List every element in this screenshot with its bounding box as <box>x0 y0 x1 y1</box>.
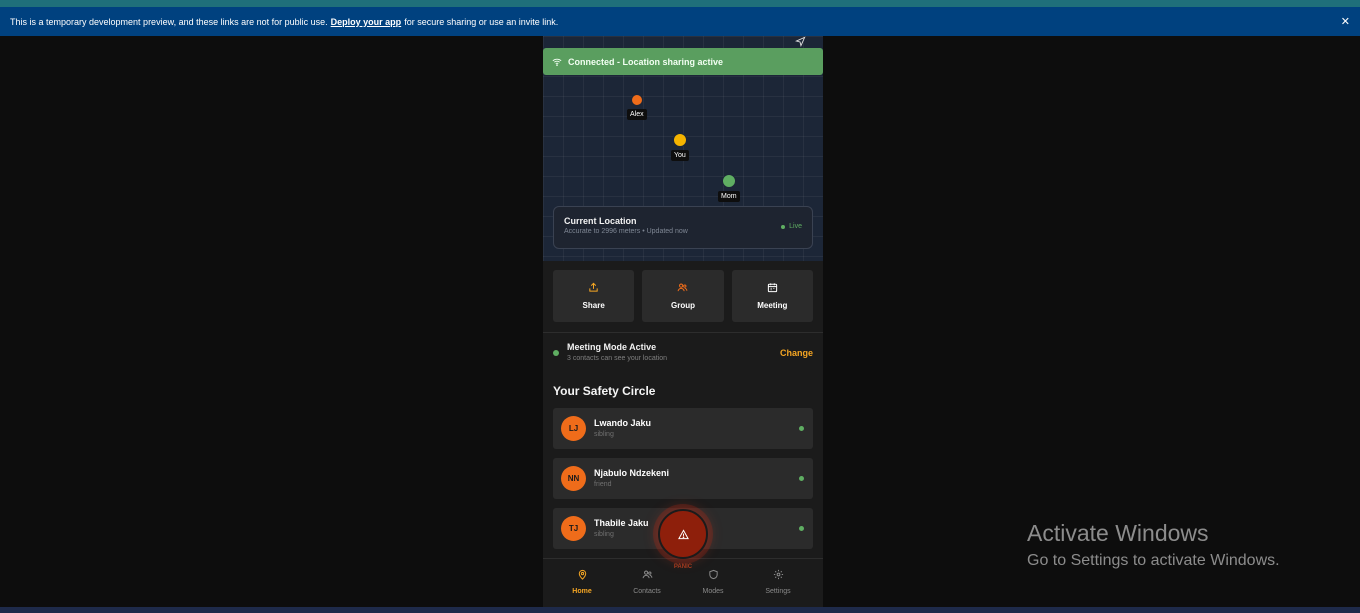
meeting-button[interactable]: Meeting <box>731 270 813 322</box>
group-button[interactable]: Group <box>642 270 724 322</box>
contact-relation: sibling <box>594 531 614 538</box>
gear-icon <box>773 569 783 580</box>
share-label: Share <box>582 301 605 310</box>
app-screen: Connected - Location sharing active Alex… <box>543 36 823 613</box>
panic-label: PANIC <box>673 564 693 570</box>
change-mode-button[interactable]: Change <box>780 348 813 358</box>
contact-relation: sibling <box>594 431 614 438</box>
avatar: LJ <box>561 416 586 441</box>
pin-label: You <box>671 150 689 161</box>
nav-home-label: Home <box>572 588 592 595</box>
activate-windows-watermark: Activate Windows Go to Settings to activ… <box>1027 520 1280 570</box>
nav-settings-label: Settings <box>765 588 791 595</box>
contact-relation: friend <box>594 481 612 488</box>
group-icon <box>678 283 688 292</box>
browser-top-strip <box>0 0 1360 7</box>
banner-text: This is a temporary development preview,… <box>10 16 328 27</box>
watermark-title: Activate Windows <box>1027 520 1209 546</box>
banner-text-after: for secure sharing or use an invite link… <box>404 16 559 27</box>
share-icon <box>589 282 598 292</box>
pin-marker <box>672 133 687 147</box>
calendar-icon <box>767 283 777 293</box>
location-pin-icon <box>578 569 586 580</box>
meeting-label: Meeting <box>757 301 788 310</box>
quick-actions: Share Group Meeting <box>553 270 813 322</box>
nav-modes[interactable]: Modes <box>688 569 738 595</box>
group-label: Group <box>670 301 695 310</box>
contact-name: Lwando Jaku <box>594 418 652 428</box>
current-location-subtitle: Accurate to 2996 meters • Updated now <box>564 228 688 235</box>
live-dot <box>781 224 786 229</box>
online-status-dot <box>799 426 804 431</box>
meeting-mode-status: Meeting Mode Active 3 contacts can see y… <box>553 341 813 365</box>
connection-status-text: Connected - Location sharing active <box>568 56 724 67</box>
contact-card[interactable]: NN Njabulo Ndzekeni friend <box>553 458 813 499</box>
pin-label: Alex <box>627 109 647 120</box>
live-badge: Live <box>781 223 802 230</box>
avatar: TJ <box>561 516 586 541</box>
nav-contacts-label: Contacts <box>633 588 661 595</box>
nav-contacts[interactable]: Contacts <box>622 569 672 595</box>
avatar: NN <box>561 466 586 491</box>
map-pin-alex[interactable]: Alex <box>627 94 647 120</box>
connection-status-bar: Connected - Location sharing active <box>543 48 823 75</box>
nav-modes-label: Modes <box>702 588 724 595</box>
divider <box>543 332 823 333</box>
safety-circle-title: Your Safety Circle <box>553 384 656 398</box>
wifi-icon <box>552 58 562 66</box>
pin-label: Mom <box>718 191 740 202</box>
meeting-mode-title: Meeting Mode Active <box>567 342 657 352</box>
watermark-subtitle: Go to Settings to activate Windows. <box>1027 552 1280 569</box>
meeting-status-dot <box>553 350 559 356</box>
meeting-mode-subtitle: 3 contacts can see your location <box>567 355 668 362</box>
deploy-app-link[interactable]: Deploy your app <box>331 17 402 27</box>
live-label: Live <box>789 223 802 230</box>
taskbar <box>0 607 1360 613</box>
preview-banner: This is a temporary development preview,… <box>0 7 1360 36</box>
banner-close-button[interactable]: ✕ <box>1341 15 1350 28</box>
contact-card[interactable]: LJ Lwando Jaku sibling <box>553 408 813 449</box>
map-pin-mom[interactable]: Mom <box>718 174 740 202</box>
share-button[interactable]: Share <box>553 270 635 322</box>
current-location-title: Current Location <box>564 216 637 226</box>
nav-settings[interactable]: Settings <box>753 569 803 595</box>
contact-name: Thabile Jaku <box>594 518 649 528</box>
panic-button[interactable] <box>658 509 708 559</box>
online-status-dot <box>799 526 804 531</box>
online-status-dot <box>799 476 804 481</box>
contact-name: Njabulo Ndzekeni <box>594 468 670 478</box>
contacts-icon <box>642 570 652 579</box>
warning-icon <box>677 528 689 539</box>
map-pin-you[interactable]: You <box>671 133 689 161</box>
map-view[interactable]: Connected - Location sharing active Alex… <box>543 36 823 261</box>
pin-marker <box>721 174 736 188</box>
shield-icon <box>708 569 718 580</box>
nav-home[interactable]: Home <box>557 569 607 595</box>
pin-marker <box>630 94 643 106</box>
current-location-card: Current Location Accurate to 2996 meters… <box>553 206 813 249</box>
